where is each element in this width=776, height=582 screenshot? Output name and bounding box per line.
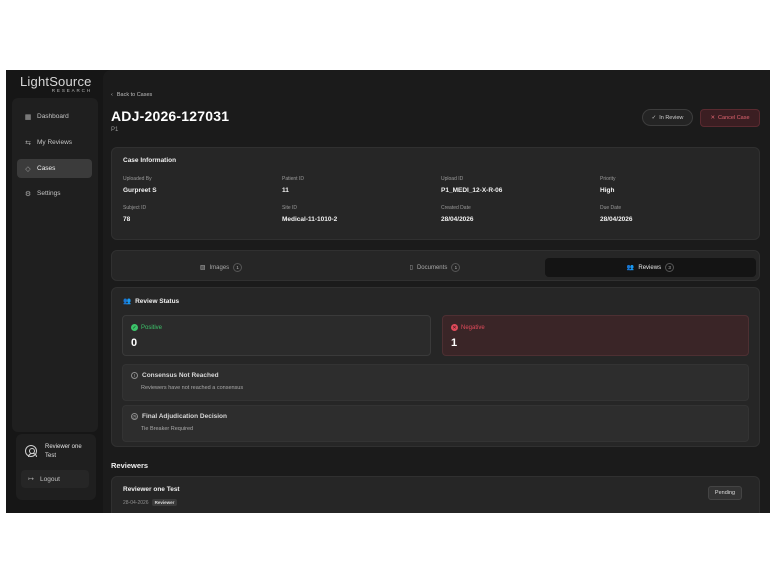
field-value: P1_MEDI_12-X-R-06 (441, 187, 503, 194)
review-status-title: Review Status (135, 297, 180, 305)
negative-label-row: ✕ Negative (451, 324, 485, 331)
cancel-case-label: Cancel Case (718, 115, 750, 121)
reviewer-card: Reviewer one Test 28-04-2026 Reviewer (111, 476, 760, 513)
check-circle-icon: ✓ (131, 324, 138, 331)
field-value: 28/04/2026 (441, 216, 474, 223)
back-link[interactable]: ‹ Back to Cases (111, 92, 152, 98)
status-badge: ✓ In Review (642, 109, 693, 126)
sidebar-item-label: My Reviews (37, 139, 73, 146)
positive-label-row: ✓ Positive (131, 324, 162, 331)
app-window: LightSource RESEARCH ▦ Dashboard ⇆ My Re… (6, 70, 770, 513)
field-value: 78 (123, 216, 131, 223)
reviewers-heading: Reviewers (111, 461, 149, 470)
avatar-icon (25, 445, 37, 457)
user-panel: Reviewer one Test ↦ Logout (16, 434, 96, 500)
tab-count: 1 (233, 263, 243, 272)
field-value: High (600, 187, 615, 194)
arrows-icon: ⇆ (25, 139, 31, 147)
field-label: Subject ID (123, 205, 147, 211)
consensus-text: Reviewers have not reached a consensus (141, 385, 244, 391)
user-name: Reviewer one Test (45, 444, 82, 459)
reviewer-role-badge: Reviewer (151, 499, 178, 506)
case-info-card: Case Information Uploaded By Gurpreet S … (111, 147, 760, 240)
field-value: 11 (282, 187, 289, 194)
sidebar-item-label: Dashboard (37, 113, 69, 120)
final-decision-panel: ◷ Final Adjudication Decision Tie Breake… (122, 405, 749, 442)
pending-status-badge: Pending (708, 486, 742, 500)
sidebar: LightSource RESEARCH ▦ Dashboard ⇆ My Re… (6, 70, 103, 513)
tab-bar: ▨ Images 1 ▯ Documents 1 👥 Reviews 3 (111, 250, 760, 281)
field-value: 28/04/2026 (600, 216, 633, 223)
chevron-left-icon: ‹ (111, 92, 113, 98)
clock-icon: ◷ (131, 413, 138, 420)
field-label: Priority (600, 176, 616, 182)
page-subtitle: P1 (111, 127, 119, 133)
final-decision-heading: ◷ Final Adjudication Decision (131, 413, 227, 420)
review-status-heading: 👥 Review Status (123, 297, 180, 306)
negative-count: 1 (451, 337, 458, 349)
gear-icon: ⚙ (24, 190, 32, 198)
sidebar-item-label: Settings (37, 190, 61, 197)
image-icon: ▨ (199, 265, 206, 271)
cancel-case-button[interactable]: ✕ Cancel Case (700, 109, 760, 127)
field-value: Gurpreet S (123, 187, 157, 194)
check-icon: ✓ (651, 114, 657, 121)
sidebar-item-dashboard[interactable]: ▦ Dashboard (17, 107, 92, 126)
reviewer-meta: 28-04-2026 Reviewer (123, 499, 178, 506)
x-circle-icon: ✕ (451, 324, 458, 331)
sidebar-item-settings[interactable]: ⚙ Settings (17, 184, 92, 203)
logout-button[interactable]: ↦ Logout (21, 470, 89, 488)
main-content: ‹ Back to Cases ADJ-2026-127031 P1 ✓ In … (103, 70, 770, 513)
positive-count-box: ✓ Positive 0 (122, 315, 431, 356)
logout-label: Logout (40, 475, 60, 483)
sidebar-item-my-reviews[interactable]: ⇆ My Reviews (17, 133, 92, 152)
grid-icon: ▦ (24, 113, 32, 121)
field-label: Upload ID (441, 176, 464, 182)
alert-circle-icon: ! (131, 372, 138, 379)
field-label: Due Date (600, 205, 622, 211)
users-icon: 👥 (626, 265, 635, 271)
back-link-label: Back to Cases (116, 92, 153, 98)
field-label: Site ID (282, 205, 298, 211)
final-decision-text: Tie Breaker Required (141, 426, 194, 432)
field-label: Uploaded By (123, 176, 152, 182)
tab-count: 1 (451, 263, 461, 272)
logout-icon: ↦ (28, 476, 34, 483)
document-icon: ▯ (409, 265, 413, 271)
tab-label: Documents (416, 264, 448, 271)
tab-images[interactable]: ▨ Images 1 (116, 258, 326, 277)
status-badge-label: In Review (659, 114, 684, 121)
tab-reviews[interactable]: 👥 Reviews 3 (545, 258, 756, 277)
page-title: ADJ-2026-127031 (111, 108, 230, 124)
positive-count: 0 (131, 337, 138, 349)
review-status-card: 👥 Review Status ✓ Positive 0 ✕ Negative … (111, 287, 760, 447)
positive-label: Positive (141, 324, 163, 331)
tab-label: Images (209, 264, 230, 271)
reviewer-name: Reviewer one Test (123, 486, 180, 493)
consensus-title: Consensus Not Reached (142, 372, 219, 379)
negative-count-box: ✕ Negative 1 (442, 315, 749, 356)
sidebar-nav: ▦ Dashboard ⇆ My Reviews ◇ Cases ⚙ Setti… (12, 98, 98, 432)
tab-count: 3 (665, 263, 675, 272)
negative-label: Negative (461, 324, 485, 331)
brand-name: LightSource (20, 74, 92, 89)
sidebar-item-label: Cases (37, 165, 56, 172)
sidebar-item-cases[interactable]: ◇ Cases (17, 159, 92, 178)
field-label: Created Date (441, 205, 471, 211)
field-label: Patient ID (282, 176, 304, 182)
tab-documents[interactable]: ▯ Documents 1 (330, 258, 540, 277)
close-icon: ✕ (710, 115, 716, 121)
consensus-panel: ! Consensus Not Reached Reviewers have n… (122, 364, 749, 401)
consensus-heading: ! Consensus Not Reached (131, 372, 219, 379)
tag-icon: ◇ (25, 165, 31, 173)
final-decision-title: Final Adjudication Decision (142, 413, 227, 420)
reviewer-date: 28-04-2026 (123, 499, 149, 506)
field-value: Medical-11-1010-2 (282, 216, 338, 223)
users-icon: 👥 (123, 298, 132, 305)
tab-label: Reviews (638, 264, 662, 271)
case-info-title: Case Information (123, 157, 177, 164)
brand-logo: LightSource RESEARCH (20, 74, 92, 93)
